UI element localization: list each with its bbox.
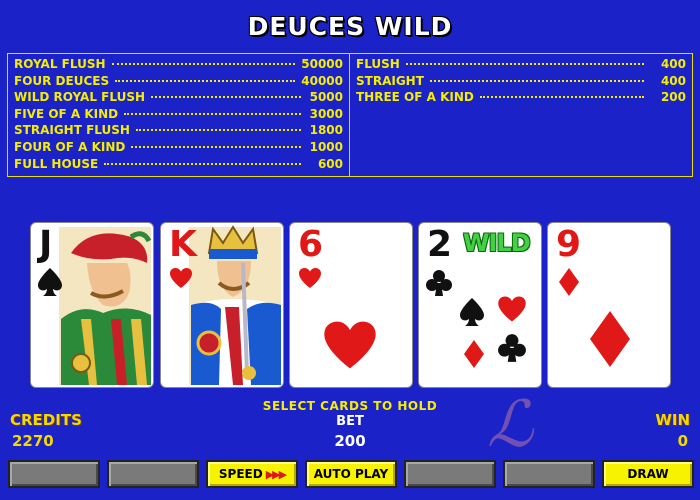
hand-payout: 40000 <box>301 73 343 88</box>
paytable-row: ROYAL FLUSH 50000 <box>14 57 343 74</box>
hand-payout: 1000 <box>309 139 343 154</box>
hold-button-1[interactable] <box>8 460 100 488</box>
hand-payout: 600 <box>317 156 343 171</box>
dot-leader <box>135 129 301 132</box>
speed-button[interactable]: SPEED ▶▶▶ <box>206 460 298 488</box>
club-icon <box>498 334 526 362</box>
card-hand: J K 6 2 WILD 9 <box>30 222 671 388</box>
paytable-row: STRAIGHT FLUSH 1800 <box>14 123 343 140</box>
heart-icon <box>299 268 321 288</box>
paytable-row: FOUR DEUCES 40000 <box>14 74 343 91</box>
dot-leader <box>104 162 301 165</box>
hand-name: STRAIGHT FLUSH <box>14 123 130 138</box>
hand-name: FOUR OF A KIND <box>14 139 126 154</box>
dot-leader <box>124 112 301 115</box>
card-six-of-hearts[interactable]: 6 <box>289 222 413 388</box>
card-rank: 6 <box>298 224 324 265</box>
hand-payout: 1800 <box>309 123 343 138</box>
hand-name: STRAIGHT <box>356 73 424 88</box>
paytable-right-column: FLUSH 400 STRAIGHT 400 THREE OF A KIND 200 <box>350 54 692 176</box>
card-rank: 9 <box>556 224 582 265</box>
hand-payout: 5000 <box>309 90 343 105</box>
bet-label: BET <box>336 414 364 429</box>
card-nine-of-diamonds[interactable]: 9 <box>547 222 671 388</box>
card-rank: J <box>39 224 53 265</box>
dot-leader <box>151 96 301 99</box>
dot-leader <box>131 145 301 148</box>
paytable: ROYAL FLUSH 50000 FOUR DEUCES 40000 WILD R… <box>7 53 693 177</box>
paytable-row: FLUSH 400 <box>356 57 686 74</box>
button-bar: SPEED ▶▶▶ AUTO PLAY DRAW <box>8 460 694 488</box>
paytable-left-column: ROYAL FLUSH 50000 FOUR DEUCES 40000 WILD R… <box>8 54 350 176</box>
status-message: SELECT CARDS TO HOLD <box>262 399 438 413</box>
hand-payout: 200 <box>660 90 686 105</box>
paytable-row: FOUR OF A KIND 1000 <box>14 140 343 157</box>
paytable-row: THREE OF A KIND 200 <box>356 90 686 107</box>
card-rank: K <box>169 224 197 265</box>
heart-icon <box>170 268 192 288</box>
paytable-row: FIVE OF A KIND 3000 <box>14 107 343 124</box>
diamond-icon <box>559 268 579 296</box>
paytable-row: WILD ROYAL FLUSH 5000 <box>14 90 343 107</box>
hand-payout: 50000 <box>301 57 343 71</box>
heart-icon <box>498 296 526 322</box>
dot-leader <box>111 63 296 65</box>
hand-payout: 3000 <box>309 106 343 121</box>
dot-leader <box>479 96 644 99</box>
spade-icon <box>38 268 62 296</box>
hand-name: THREE OF A KIND <box>356 90 474 105</box>
paytable-row: FULL HOUSE 600 <box>14 157 343 174</box>
speed-label: SPEED <box>218 467 263 481</box>
speed-arrows-icon: ▶▶▶ <box>265 467 287 481</box>
diamond-icon <box>464 340 484 368</box>
spade-icon <box>460 298 484 326</box>
credits-value: 2270 <box>12 432 54 450</box>
win-label: WIN <box>655 411 690 429</box>
dot-leader <box>115 79 296 82</box>
hand-name: ROYAL FLUSH <box>14 57 106 71</box>
hand-name: FULL HOUSE <box>14 156 99 171</box>
hand-name: FOUR DEUCES <box>14 73 110 88</box>
card-two-of-clubs[interactable]: 2 WILD <box>418 222 542 388</box>
draw-button[interactable]: DRAW <box>602 460 694 488</box>
diamond-icon <box>590 311 630 367</box>
hand-payout: 400 <box>660 73 686 88</box>
auto-play-button[interactable]: AUTO PLAY <box>305 460 397 488</box>
dot-leader <box>405 63 644 65</box>
hold-button-4[interactable] <box>404 460 496 488</box>
hold-button-2[interactable] <box>107 460 199 488</box>
heart-icon <box>324 321 376 369</box>
hand-name: FIVE OF A KIND <box>14 106 119 121</box>
wild-badge: WILD <box>463 229 531 257</box>
card-jack-of-spades[interactable]: J <box>30 222 154 388</box>
club-icon <box>426 270 452 296</box>
bet-value: 200 <box>334 432 366 450</box>
paytable-row: STRAIGHT 400 <box>356 74 686 91</box>
hand-payout: 400 <box>660 57 686 71</box>
credits-label: CREDITS <box>10 411 82 429</box>
watermark-logo-icon: ℒ <box>486 388 534 462</box>
game-title: DEUCES WILD <box>247 12 453 41</box>
hand-name: FLUSH <box>356 57 400 71</box>
hand-name: WILD ROYAL FLUSH <box>14 90 145 105</box>
card-king-of-hearts[interactable]: K <box>160 222 284 388</box>
card-rank: 2 <box>427 224 453 265</box>
win-value: 0 <box>677 432 688 450</box>
hold-button-5[interactable] <box>503 460 595 488</box>
dot-leader <box>429 79 644 82</box>
